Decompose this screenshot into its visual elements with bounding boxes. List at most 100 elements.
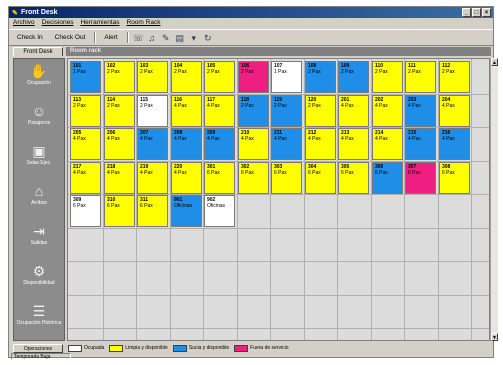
room-cell[interactable]: 301 6 Pax	[204, 162, 235, 194]
room-cell[interactable]: 310 6 Pax	[104, 195, 135, 227]
room-cell[interactable]: 112 2 Pax	[439, 61, 470, 93]
dropdown-arrow-icon[interactable]: ▾	[189, 33, 199, 43]
room-cell[interactable]: 207 4 Pax	[137, 128, 168, 160]
room-occupancy: 4 Pax	[308, 136, 321, 142]
room-cell[interactable]: 119 2 Pax	[271, 95, 302, 127]
room-cell[interactable]: 307 6 Pax	[405, 162, 436, 194]
room-occupancy: 1 Pax	[274, 69, 287, 75]
room-cell[interactable]: 218 4 Pax	[104, 162, 135, 194]
sidebar-item[interactable]: ⌂ Arribos	[14, 183, 64, 206]
close-button[interactable]: ×	[482, 8, 491, 17]
refresh-icon[interactable]: ↻	[203, 33, 213, 43]
sidebar-item[interactable]: ☰ Ocupación Histórica	[14, 303, 64, 326]
menu-archivo[interactable]: Archivo	[13, 18, 35, 28]
tab-front-desk[interactable]: Front Desk	[13, 47, 63, 56]
room-cell[interactable]: 220 4 Pax	[171, 162, 202, 194]
check-in-button[interactable]: Check In	[13, 33, 47, 42]
sidebar-item[interactable]: ☺ Pasajeros	[14, 103, 64, 126]
room-cell[interactable]: 201 4 Pax	[338, 95, 369, 127]
room-cell[interactable]: 105 2 Pax	[204, 61, 235, 93]
room-cell[interactable]: 109 2 Pax	[338, 61, 369, 93]
bell-icon[interactable]: ♫	[147, 33, 157, 43]
grid-line	[471, 59, 472, 340]
room-cell[interactable]: 118 2 Pax	[238, 95, 269, 127]
room-cell[interactable]: 115 2 Pax	[137, 95, 168, 127]
room-occupancy: 2 Pax	[308, 103, 321, 109]
sidebar-item-label: Pasajeros	[27, 120, 51, 126]
sidebar-item[interactable]: ⇥ Salidas	[14, 223, 64, 246]
room-cell[interactable]: 114 2 Pax	[104, 95, 135, 127]
room-cell[interactable]: 111 2 Pax	[405, 61, 436, 93]
menu-decisiones[interactable]: Decisiones	[42, 18, 74, 28]
sidebar-item[interactable]: ▣ Salas Ejec.	[14, 143, 64, 166]
scroll-up-button[interactable]: ▲	[491, 58, 498, 66]
room-cell[interactable]: 305 6 Pax	[338, 162, 369, 194]
room-cell[interactable]: 202 4 Pax	[372, 95, 403, 127]
room-cell[interactable]: 306 6 Pax	[372, 162, 403, 194]
menu-herramientas[interactable]: Herramientas	[80, 18, 119, 28]
sidebar-item-label: Salidas	[30, 240, 48, 246]
room-cell[interactable]: 203 4 Pax	[405, 95, 436, 127]
room-cell[interactable]: 311 6 Pax	[137, 195, 168, 227]
room-cell[interactable]: 117 4 Pax	[204, 95, 235, 127]
room-cell[interactable]: 210 4 Pax	[238, 128, 269, 160]
printer-icon[interactable]: ▤	[175, 33, 185, 43]
room-cell[interactable]: 110 2 Pax	[372, 61, 403, 93]
tab-operaciones[interactable]: Operaciones	[13, 343, 63, 353]
room-cell[interactable]: 101 1 Pax	[70, 61, 101, 93]
vertical-scrollbar[interactable]: ▲ ▼	[490, 58, 498, 341]
room-cell[interactable]: 303 6 Pax	[271, 162, 302, 194]
room-occupancy: 6 Pax	[107, 203, 120, 209]
room-cell[interactable]: 302 6 Pax	[238, 162, 269, 194]
toolbar-separator	[126, 32, 129, 43]
room-cell[interactable]: 206 4 Pax	[104, 128, 135, 160]
room-cell[interactable]: 308 6 Pax	[439, 162, 470, 194]
room-occupancy: 2 Pax	[274, 103, 287, 109]
maximize-button[interactable]: □	[472, 8, 481, 17]
alert-button[interactable]: Alert	[100, 33, 121, 42]
room-cell[interactable]: 104 2 Pax	[171, 61, 202, 93]
room-cell[interactable]: 215 4 Pax	[405, 128, 436, 160]
room-cell[interactable]: 211 4 Pax	[271, 128, 302, 160]
room-cell[interactable]: 304 6 Pax	[305, 162, 336, 194]
room-cell[interactable]: 120 2 Pax	[305, 95, 336, 127]
room-cell[interactable]: 108 2 Pax	[305, 61, 336, 93]
phone-icon[interactable]: ☏	[133, 33, 144, 43]
room-cell[interactable]: 309 6 Pax	[70, 195, 101, 227]
minimize-button[interactable]: _	[462, 8, 471, 17]
room-cell[interactable]: 213 4 Pax	[338, 128, 369, 160]
room-cell[interactable]: 107 1 Pax	[271, 61, 302, 93]
room-occupancy: 2 Pax	[241, 103, 254, 109]
suitcase-icon[interactable]: ✎	[161, 33, 171, 43]
room-cell[interactable]: 102 2 Pax	[104, 61, 135, 93]
arrival-house-icon: ⌂	[34, 183, 44, 199]
room-cell[interactable]: 219 4 Pax	[137, 162, 168, 194]
room-cell[interactable]: 902 Oficinas	[204, 195, 235, 227]
legend-swatch	[109, 344, 124, 352]
check-out-button[interactable]: Check Out	[51, 33, 90, 42]
room-cell[interactable]: 217 4 Pax	[70, 162, 101, 194]
room-cell[interactable]: 205 4 Pax	[70, 128, 101, 160]
scroll-down-button[interactable]: ▼	[491, 333, 498, 341]
sidebar-item[interactable]: ✋ Ocupación	[14, 63, 64, 86]
room-cell[interactable]: 208 4 Pax	[171, 128, 202, 160]
room-occupancy: 2 Pax	[73, 103, 86, 109]
room-cell[interactable]: 113 2 Pax	[70, 95, 101, 127]
room-cell[interactable]: 212 4 Pax	[305, 128, 336, 160]
room-cell[interactable]: 209 4 Pax	[204, 128, 235, 160]
room-cell[interactable]: 214 4 Pax	[372, 128, 403, 160]
room-occupancy: 4 Pax	[241, 136, 254, 142]
room-cell[interactable]: 103 2 Pax	[137, 61, 168, 93]
menu-room-rack[interactable]: Room Rack	[127, 18, 161, 28]
grid-line	[68, 228, 489, 229]
sidebar-item[interactable]: ⚙ Disponibilidad	[14, 263, 64, 286]
room-cell[interactable]: 106 2 Pax	[238, 61, 269, 93]
room-cell[interactable]: 116 4 Pax	[171, 95, 202, 127]
room-occupancy: 6 Pax	[308, 170, 321, 176]
room-occupancy: 4 Pax	[442, 103, 455, 109]
legend-swatch	[172, 344, 187, 352]
room-cell[interactable]: 216 4 Pax	[439, 128, 470, 160]
sidebar-item-label: Salas Ejec.	[26, 160, 52, 166]
room-cell[interactable]: 901 Oficinas	[171, 195, 202, 227]
room-cell[interactable]: 204 4 Pax	[439, 95, 470, 127]
